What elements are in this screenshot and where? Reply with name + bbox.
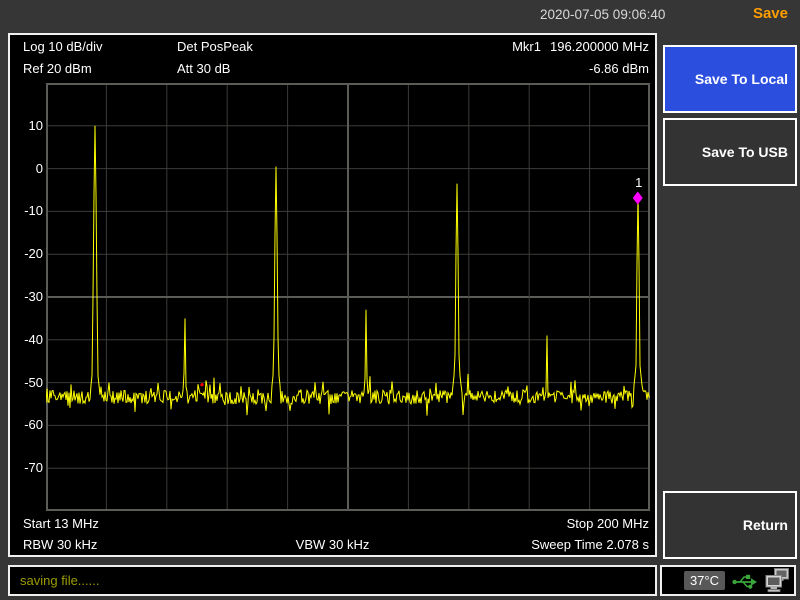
- y-axis-tick-label: -10: [12, 203, 43, 219]
- bandwidth-row: RBW 30 kHz VBW 30 kHz Sweep Time 2.078 s: [10, 537, 655, 553]
- network-pc-icon: [765, 568, 790, 593]
- temperature-badge: 37°C: [684, 571, 725, 590]
- active-menu-title: Save: [753, 5, 788, 22]
- marker-1-number: 1: [635, 175, 642, 190]
- spectrum-plot: 1: [46, 83, 650, 511]
- y-axis-tick-label: -70: [12, 460, 43, 476]
- status-message: saving file......: [20, 573, 99, 588]
- stop-frequency-label: Stop 200 MHz: [567, 516, 649, 531]
- y-axis-tick-label: -30: [12, 289, 43, 305]
- header-row-1: Log 10 dB/div Det PosPeak Mkr1 196.200000…: [10, 39, 655, 56]
- marker-frequency-readout: Mkr1 196.200000 MHz: [512, 39, 649, 54]
- return-label: Return: [743, 517, 788, 533]
- marker-1-diamond: [633, 191, 643, 204]
- y-axis-tick-label: 0: [12, 161, 43, 177]
- screen: 2020-07-05 09:06:40 Save Log 10 dB/div D…: [0, 0, 800, 600]
- freq-range-row: Start 13 MHz Stop 200 MHz: [10, 516, 655, 532]
- header-row-2: Ref 20 dBm Att 30 dB -6.86 dBm: [10, 61, 655, 78]
- y-axis-tick-label: -40: [12, 332, 43, 348]
- save-to-local-button[interactable]: Save To Local: [663, 45, 797, 113]
- y-axis-tick-label: -60: [12, 417, 43, 433]
- detector-label: Det PosPeak: [177, 39, 253, 54]
- attenuation-label: Att 30 dB: [177, 61, 230, 76]
- datetime-text: 2020-07-05 09:06:40: [540, 7, 665, 22]
- return-button[interactable]: Return: [663, 491, 797, 559]
- measurement-panel: Log 10 dB/div Det PosPeak Mkr1 196.200000…: [8, 33, 657, 557]
- y-axis-tick-label: -20: [12, 246, 43, 262]
- amplitude-scale-label: Log 10 dB/div: [23, 39, 103, 54]
- y-axis-tick-label: 10: [12, 118, 43, 134]
- marker-frequency-value: 196.200000 MHz: [550, 39, 649, 54]
- system-status-box: 37°C: [660, 565, 796, 596]
- ref-level-label: Ref 20 dBm: [23, 61, 92, 76]
- marker-name: Mkr1: [512, 39, 541, 54]
- status-message-bar: saving file......: [8, 565, 657, 596]
- save-to-usb-label: Save To USB: [702, 144, 788, 160]
- save-to-usb-button[interactable]: Save To USB: [663, 118, 797, 186]
- start-frequency-label: Start 13 MHz: [23, 516, 99, 531]
- usb-icon: [732, 572, 758, 590]
- y-axis-tick-label: -50: [12, 375, 43, 391]
- marker-amplitude-value: -6.86 dBm: [589, 61, 649, 76]
- sweep-time-label: Sweep Time 2.078 s: [531, 537, 649, 552]
- red-dot: [200, 383, 203, 386]
- save-to-local-label: Save To Local: [695, 71, 788, 87]
